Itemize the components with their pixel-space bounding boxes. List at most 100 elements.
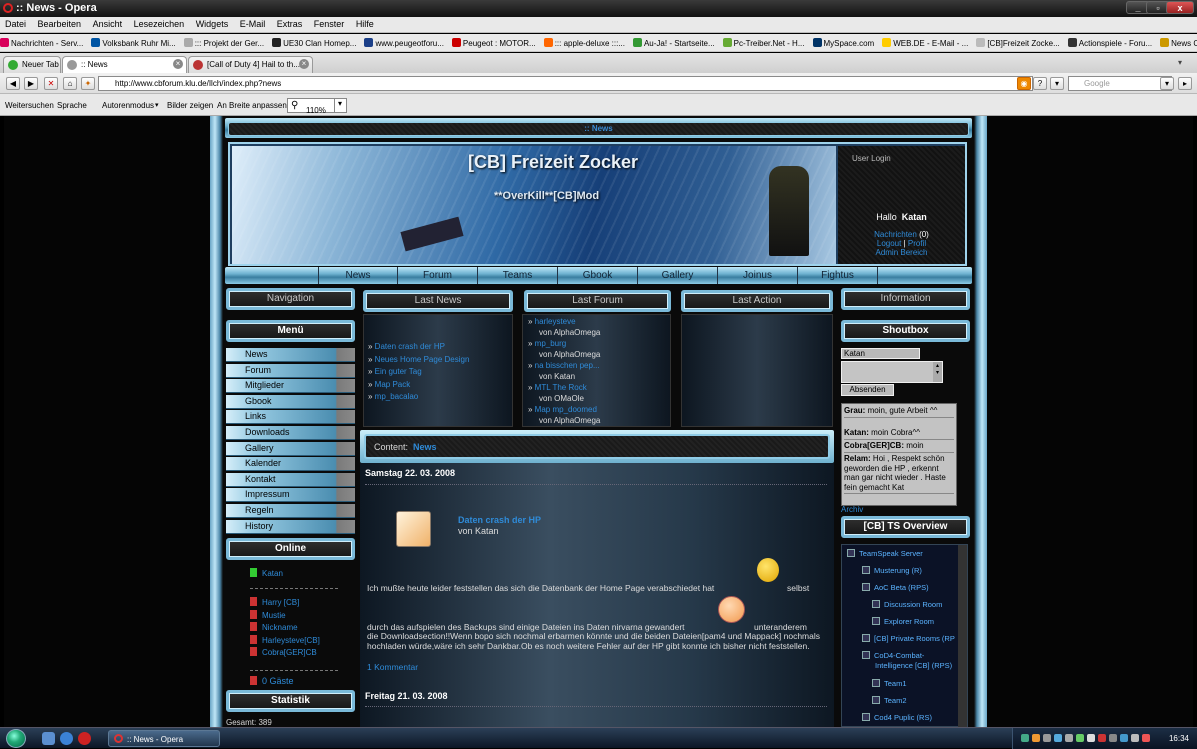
profile-link[interactable]: Profil	[908, 239, 926, 248]
sidebar-item-gbook[interactable]: Gbook	[226, 394, 355, 409]
sidebar-item-gallery[interactable]: Gallery	[226, 441, 355, 456]
bookmark-item[interactable]: Volksbank Ruhr Mi...	[91, 38, 176, 48]
menu-icon[interactable]: ▸	[1178, 77, 1192, 90]
tab-list-icon[interactable]: ▾	[1178, 58, 1190, 68]
ts-tree-item[interactable]: Team2	[872, 696, 907, 705]
last-forum-item[interactable]: » harleysteve	[528, 317, 576, 326]
sidebar-item-history[interactable]: History	[226, 519, 355, 534]
messages-link[interactable]: Nachrichten	[874, 230, 917, 239]
online-user[interactable]: Mustie	[250, 609, 286, 620]
bookmark-item[interactable]: Actionspiele - Foru...	[1067, 38, 1152, 48]
ts-tree-item[interactable]: CoD4-Combat-	[862, 651, 924, 660]
tray-icon[interactable]	[1098, 734, 1106, 742]
tray-icon[interactable]	[1076, 734, 1084, 742]
shout-name-input[interactable]: Katan	[841, 348, 920, 359]
sidebar-item-mitglieder[interactable]: Mitglieder	[226, 379, 355, 394]
sidebar-item-news[interactable]: News	[226, 348, 355, 362]
last-news-item[interactable]: » Daten crash der HP	[368, 342, 445, 351]
back-icon[interactable]: ◀	[6, 77, 20, 90]
bookmark-item[interactable]: Nachrichten - Serv...	[0, 38, 83, 48]
tray-icon[interactable]	[1043, 734, 1051, 742]
ts-tree-item[interactable]: AoC Beta (RPS)	[862, 583, 929, 592]
start-button[interactable]	[6, 729, 26, 748]
sidebar-item-forum[interactable]: Forum	[226, 363, 355, 378]
sidebar-item-links[interactable]: Links	[226, 410, 355, 425]
sidebar-item-kalender[interactable]: Kalender	[226, 457, 355, 472]
tab-neuer-tab[interactable]: Neuer Tab	[3, 56, 61, 73]
bookmark-item[interactable]: Au-Ja! - Startseite...	[632, 38, 715, 48]
bookmark-item[interactable]: Pc-Treiber.Net - H...	[722, 38, 805, 48]
last-forum-item[interactable]: » Map mp_doomed	[528, 405, 597, 414]
tab-call-of-duty[interactable]: [Call of Duty 4] Hail to th... ×	[188, 56, 313, 73]
taskbar-task-opera[interactable]: :: News - Opera	[108, 730, 220, 747]
sidebar-item-regeln[interactable]: Regeln	[226, 504, 355, 518]
topmenu-news[interactable]: News	[318, 267, 398, 284]
stop-icon[interactable]: ✕	[44, 77, 58, 90]
rss-icon[interactable]: ◉	[1017, 77, 1031, 90]
tray-icon[interactable]	[1065, 734, 1073, 742]
news-title[interactable]: Daten crash der HP	[458, 515, 541, 525]
fit-width-button[interactable]: An Breite anpassen	[217, 101, 287, 110]
topmenu-fightus[interactable]: Fightus	[798, 267, 878, 284]
bookmark-item[interactable]: UE30 Clan Homep...	[272, 38, 356, 48]
dropdown-icon[interactable]: ▾	[1050, 77, 1064, 90]
menu-widgets[interactable]: Widgets	[196, 19, 229, 29]
menu-datei[interactable]: Datei	[5, 19, 26, 29]
home-icon[interactable]: ⌂	[63, 77, 77, 90]
close-button[interactable]: x	[1166, 1, 1194, 14]
help-icon[interactable]: ?	[1033, 77, 1047, 90]
tray-icon[interactable]	[1131, 734, 1139, 742]
online-user[interactable]: Nickname	[250, 622, 298, 632]
author-mode-button[interactable]: Autorenmodus	[102, 101, 154, 110]
menu-ansicht[interactable]: Ansicht	[93, 19, 123, 29]
menu-bearbeiten[interactable]: Bearbeiten	[38, 19, 82, 29]
wand-icon[interactable]: ✦	[81, 77, 95, 90]
topmenu-teams[interactable]: Teams	[478, 267, 558, 284]
ts-tree-item[interactable]: Discussion Room	[872, 600, 942, 609]
tray-icon[interactable]	[1120, 734, 1128, 742]
close-tab-icon[interactable]: ×	[299, 59, 309, 69]
last-forum-item[interactable]: » mp_burg	[528, 339, 566, 348]
ts-tree-item[interactable]: Team1	[872, 679, 907, 688]
ie-icon[interactable]	[60, 732, 73, 745]
topmenu-gallery[interactable]: Gallery	[638, 267, 718, 284]
menu-email[interactable]: E-Mail	[240, 19, 266, 29]
search-dropdown-icon[interactable]: ▾	[1160, 77, 1174, 90]
topmenu-gbook[interactable]: Gbook	[558, 267, 638, 284]
ts-tree-item[interactable]: Intelligence [CB] (RPS)	[862, 661, 952, 670]
ts-tree-item[interactable]: Cod4 Puplic (RS)	[862, 713, 932, 722]
admin-link[interactable]: Admin Bereich	[875, 248, 927, 257]
last-forum-item[interactable]: » na bisschen pep...	[528, 361, 600, 370]
bookmark-item[interactable]: [CB]Freizeit Zocke...	[976, 38, 1060, 48]
bookmark-item[interactable]: www.peugeotforu...	[364, 38, 444, 48]
tray-icon[interactable]	[1087, 734, 1095, 742]
menu-hilfe[interactable]: Hilfe	[356, 19, 374, 29]
last-news-item[interactable]: » Neues Home Page Design	[368, 355, 469, 364]
menu-lesezeichen[interactable]: Lesezeichen	[134, 19, 185, 29]
find-next-button[interactable]: Weitersuchen	[5, 101, 54, 110]
menu-extras[interactable]: Extras	[277, 19, 303, 29]
shout-submit-button[interactable]: Absenden	[841, 384, 894, 396]
opera-quicklaunch-icon[interactable]	[78, 732, 91, 745]
online-user[interactable]: Harleysteve[CB]	[250, 634, 320, 645]
ts-tree-item[interactable]: Explorer Room	[872, 617, 934, 626]
online-user[interactable]: Harry [CB]	[250, 597, 299, 607]
close-tab-icon[interactable]: ×	[173, 59, 183, 69]
topmenu-joinus[interactable]: Joinus	[718, 267, 798, 284]
tray-icon[interactable]	[1032, 734, 1040, 742]
last-news-item[interactable]: » mp_bacalao	[368, 392, 418, 401]
scrollbar-icon[interactable]: ▴ ▾	[933, 362, 942, 382]
zoom-select[interactable]: ⚲ 110% ▾	[287, 98, 347, 115]
address-input[interactable]: http://www.cbforum.klu.de/Ilch/index.php…	[98, 76, 1033, 91]
sidebar-item-downloads[interactable]: Downloads	[226, 426, 355, 440]
online-self[interactable]: Katan	[250, 568, 283, 578]
shout-message-input[interactable]: ▴ ▾	[841, 361, 943, 383]
last-news-item[interactable]: » Ein guter Tag	[368, 367, 422, 376]
sidebar-item-kontakt[interactable]: Kontakt	[226, 472, 355, 487]
last-forum-item[interactable]: » MTL The Rock	[528, 383, 587, 392]
show-images-button[interactable]: Bilder zeigen	[167, 101, 213, 110]
ts-tree-item[interactable]: Musterung (R)	[862, 566, 922, 575]
archive-link[interactable]: Archiv	[841, 505, 863, 514]
language-button[interactable]: Sprache	[57, 101, 87, 110]
tab-news[interactable]: :: News ×	[62, 56, 187, 73]
